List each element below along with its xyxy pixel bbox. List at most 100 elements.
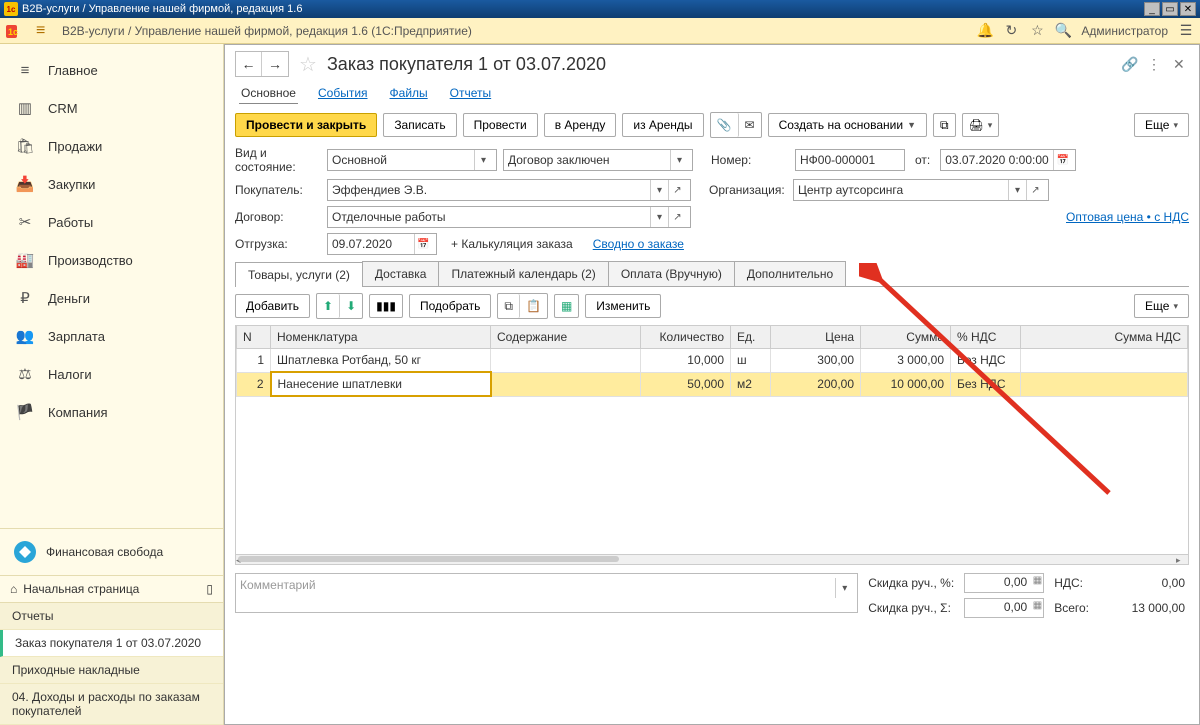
save-button[interactable]: Записать — [383, 113, 456, 137]
close-tab-icon[interactable]: ✕ — [1173, 56, 1189, 72]
more-button[interactable]: Еще ▾ — [1134, 113, 1189, 137]
col-qty[interactable]: Количество — [641, 326, 731, 349]
top-tab-files[interactable]: Файлы — [388, 83, 430, 104]
sidebar-item-crm[interactable]: ▥CRM — [0, 89, 223, 127]
kebab-icon[interactable]: ⋮ — [1147, 56, 1163, 72]
post-and-close-button[interactable]: Провести и закрыть — [235, 113, 377, 137]
window-close-button[interactable]: ✕ — [1180, 2, 1196, 16]
star-icon[interactable]: ☆ — [1029, 23, 1045, 39]
top-tab-main[interactable]: Основное — [239, 83, 298, 104]
table-more-button[interactable]: Еще ▾ — [1134, 294, 1189, 318]
barcode-button[interactable]: ▮▮▮ — [369, 294, 403, 318]
dropdown-icon[interactable]: ▾ — [650, 180, 668, 200]
order-summary-link[interactable]: Сводно о заказе — [593, 237, 684, 251]
tab-additional[interactable]: Дополнительно — [734, 261, 846, 286]
table-row-selected[interactable]: 2 Нанесение шпатлевки 50,000 м2 200,00 1… — [237, 372, 1188, 396]
goods-table[interactable]: N Номенклатура Содержание Количество Ед.… — [235, 325, 1189, 555]
sidebar-item-sales[interactable]: 🛍Продажи — [0, 127, 223, 165]
main-menu-button[interactable]: ≡ — [36, 22, 54, 40]
copy-button[interactable]: ⧉ — [933, 113, 956, 137]
col-unit[interactable]: Ед. — [731, 326, 771, 349]
sidebar-finance[interactable]: Финансовая свобода — [0, 528, 223, 575]
open-icon[interactable]: ↗ — [1026, 180, 1044, 200]
nav-back-button[interactable]: ← — [236, 52, 262, 76]
link-icon[interactable]: 🔗 — [1121, 56, 1137, 72]
calc-icon[interactable]: ▦ — [1033, 600, 1042, 611]
col-name[interactable]: Номенклатура — [271, 326, 491, 349]
edit-row-button[interactable]: Изменить — [585, 294, 661, 318]
window-restore-button[interactable]: ▭ — [1162, 2, 1178, 16]
disc-pct-field[interactable]: 0,00▦ — [964, 573, 1044, 593]
org-field[interactable]: Центр аутсорсинга▾↗ — [793, 179, 1049, 201]
sidebar-item-company[interactable]: 🏴Компания — [0, 393, 223, 431]
favorite-star-icon[interactable]: ☆ — [299, 52, 317, 77]
disc-sum-field[interactable]: 0,00▦ — [964, 598, 1044, 618]
calendar-icon[interactable]: 📅 — [1053, 150, 1071, 170]
to-rent-button[interactable]: в Аренду — [544, 113, 617, 137]
col-desc[interactable]: Содержание — [491, 326, 641, 349]
open-icon[interactable]: ↗ — [668, 180, 686, 200]
sidebar-link-reports[interactable]: Отчеты — [0, 603, 223, 630]
col-vat[interactable]: % НДС — [951, 326, 1021, 349]
mail-button[interactable]: ✉ — [739, 113, 761, 137]
sidebar-link-report04[interactable]: 04. Доходы и расходы по заказам покупате… — [0, 684, 223, 725]
window-minimize-button[interactable]: _ — [1144, 2, 1160, 16]
sidebar-item-money[interactable]: ₽Деньги — [0, 279, 223, 317]
print-button[interactable]: 🖨 ▾ — [962, 113, 1000, 137]
tab-payment[interactable]: Оплата (Вручную) — [608, 261, 735, 286]
kind-field[interactable]: Основной▾ — [327, 149, 497, 171]
col-price[interactable]: Цена — [771, 326, 861, 349]
move-down-button[interactable]: ⬇ — [340, 294, 362, 318]
move-up-button[interactable]: ⬆ — [317, 294, 340, 318]
buyer-field[interactable]: Эффендиев Э.В.▾↗ — [327, 179, 691, 201]
sidebar-item-salary[interactable]: 👥Зарплата — [0, 317, 223, 355]
dropdown-icon[interactable]: ▾ — [835, 578, 853, 598]
sidebar-item-works[interactable]: ✂Работы — [0, 203, 223, 241]
comment-field[interactable]: Комментарий▾ — [235, 573, 858, 613]
paste-rows-button[interactable]: 📋 — [520, 294, 547, 318]
pick-button[interactable]: Подобрать — [409, 294, 491, 318]
sidebar-link-order[interactable]: Заказ покупателя 1 от 03.07.2020 — [0, 630, 223, 657]
grid-fill-button[interactable]: ▦ — [554, 294, 579, 318]
dropdown-icon[interactable]: ▾ — [670, 150, 688, 170]
copy-rows-button[interactable]: ⧉ — [498, 294, 520, 318]
col-vsum[interactable]: Сумма НДС — [1021, 326, 1188, 349]
sidebar-link-invoices[interactable]: Приходные накладные — [0, 657, 223, 684]
tab-goods[interactable]: Товары, услуги (2) — [235, 262, 363, 287]
dropdown-icon[interactable]: ▾ — [1008, 180, 1026, 200]
post-button[interactable]: Провести — [463, 113, 538, 137]
sidebar-start-page[interactable]: ⌂ Начальная страница ▯ — [0, 575, 223, 602]
bell-icon[interactable]: 🔔 — [977, 23, 993, 39]
state-field[interactable]: Договор заключен▾ — [503, 149, 693, 171]
user-name[interactable]: Администратор — [1081, 24, 1168, 38]
contract-field[interactable]: Отделочные работы▾↗ — [327, 206, 691, 228]
table-h-scrollbar[interactable]: ◂▸ — [235, 555, 1189, 565]
calc-link[interactable]: + Калькуляция заказа — [451, 237, 573, 251]
col-n[interactable]: N — [237, 326, 271, 349]
search-icon[interactable]: 🔍 — [1055, 23, 1071, 39]
history-icon[interactable]: ↻ — [1003, 23, 1019, 39]
sidebar-item-production[interactable]: 🏭Производство — [0, 241, 223, 279]
top-tab-events[interactable]: События — [316, 83, 370, 104]
add-row-button[interactable]: Добавить — [235, 294, 310, 318]
dropdown-icon[interactable]: ▾ — [474, 150, 492, 170]
create-based-button[interactable]: Создать на основании ▼ — [768, 113, 927, 137]
top-tab-reports[interactable]: Отчеты — [448, 83, 493, 104]
number-field[interactable]: НФ00-000001 — [795, 149, 905, 171]
from-rent-button[interactable]: из Аренды — [622, 113, 703, 137]
calc-icon[interactable]: ▦ — [1033, 575, 1042, 586]
dropdown-icon[interactable]: ▾ — [650, 207, 668, 227]
tab-delivery[interactable]: Доставка — [362, 261, 440, 286]
col-sum[interactable]: Сумма — [861, 326, 951, 349]
open-icon[interactable]: ↗ — [668, 207, 686, 227]
sidebar-item-main[interactable]: ≡Главное — [0, 52, 223, 89]
attach-button[interactable]: 📎 — [711, 113, 739, 137]
date-field[interactable]: 03.07.2020 0:00:00📅 — [940, 149, 1076, 171]
price-type-link[interactable]: Оптовая цена • с НДС — [1066, 210, 1189, 224]
tab-payment-cal[interactable]: Платежный календарь (2) — [438, 261, 608, 286]
calendar-icon[interactable]: 📅 — [414, 234, 432, 254]
sidebar-item-taxes[interactable]: ⚖Налоги — [0, 355, 223, 393]
settings-icon[interactable]: ☰ — [1178, 23, 1194, 39]
ship-date-field[interactable]: 09.07.2020📅 — [327, 233, 437, 255]
table-row[interactable]: 1 Шпатлевка Ротбанд, 50 кг 10,000 ш 300,… — [237, 349, 1188, 373]
